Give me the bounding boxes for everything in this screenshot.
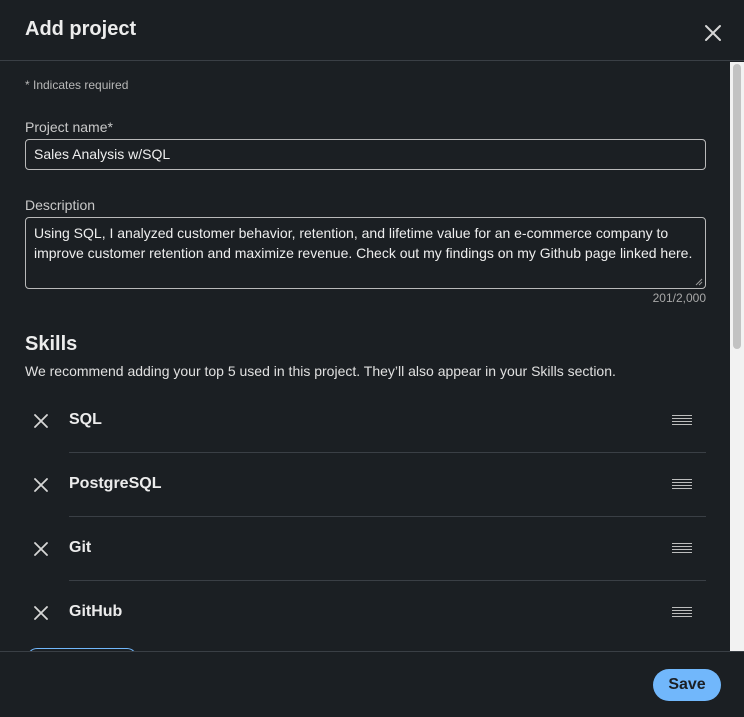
drag-handle-icon[interactable] bbox=[672, 607, 692, 619]
close-icon bbox=[705, 25, 721, 41]
project-name-label: Project name* bbox=[25, 119, 113, 135]
close-icon bbox=[34, 542, 48, 556]
scrollbar-thumb[interactable] bbox=[733, 64, 741, 349]
skills-title: Skills bbox=[25, 333, 78, 355]
close-button[interactable] bbox=[698, 18, 728, 48]
drag-handle-icon[interactable] bbox=[672, 543, 692, 555]
drag-handle-icon[interactable] bbox=[672, 479, 692, 491]
skills-subtitle: We recommend adding your top 5 used in t… bbox=[25, 363, 616, 379]
character-count: 201/2,000 bbox=[652, 291, 706, 305]
skill-item: GitHub bbox=[25, 581, 706, 645]
description-textarea[interactable]: Using SQL, I analyzed customer behavior,… bbox=[25, 217, 706, 289]
skill-name: PostgreSQL bbox=[69, 475, 162, 492]
drag-handle-icon[interactable] bbox=[672, 415, 692, 427]
skill-name: Git bbox=[69, 539, 92, 556]
modal-footer: Save bbox=[0, 651, 744, 717]
close-icon bbox=[34, 478, 48, 492]
remove-skill-button[interactable] bbox=[31, 603, 51, 623]
close-icon bbox=[34, 606, 48, 620]
project-name-input[interactable]: Sales Analysis w/SQL bbox=[25, 139, 706, 170]
description-label: Description bbox=[25, 197, 96, 213]
remove-skill-button[interactable] bbox=[31, 475, 51, 495]
description-text: Using SQL, I analyzed customer behavior,… bbox=[34, 225, 693, 261]
skill-item: SQL bbox=[25, 389, 706, 453]
close-icon bbox=[34, 414, 48, 428]
modal-title: Add project bbox=[25, 18, 137, 40]
resize-grip-icon[interactable] bbox=[695, 278, 703, 286]
skill-item: PostgreSQL bbox=[25, 453, 706, 517]
modal-body[interactable]: * Indicates required Project name* Sales… bbox=[0, 62, 744, 651]
skill-name: GitHub bbox=[69, 603, 123, 620]
add-project-modal: Add project * Indicates required Project… bbox=[0, 0, 744, 717]
remove-skill-button[interactable] bbox=[31, 539, 51, 559]
required-note: * Indicates required bbox=[25, 78, 129, 92]
save-button[interactable]: Save bbox=[653, 669, 721, 701]
modal-header: Add project bbox=[0, 0, 744, 61]
skill-name: SQL bbox=[69, 411, 102, 428]
skill-item: Git bbox=[25, 517, 706, 581]
remove-skill-button[interactable] bbox=[31, 411, 51, 431]
